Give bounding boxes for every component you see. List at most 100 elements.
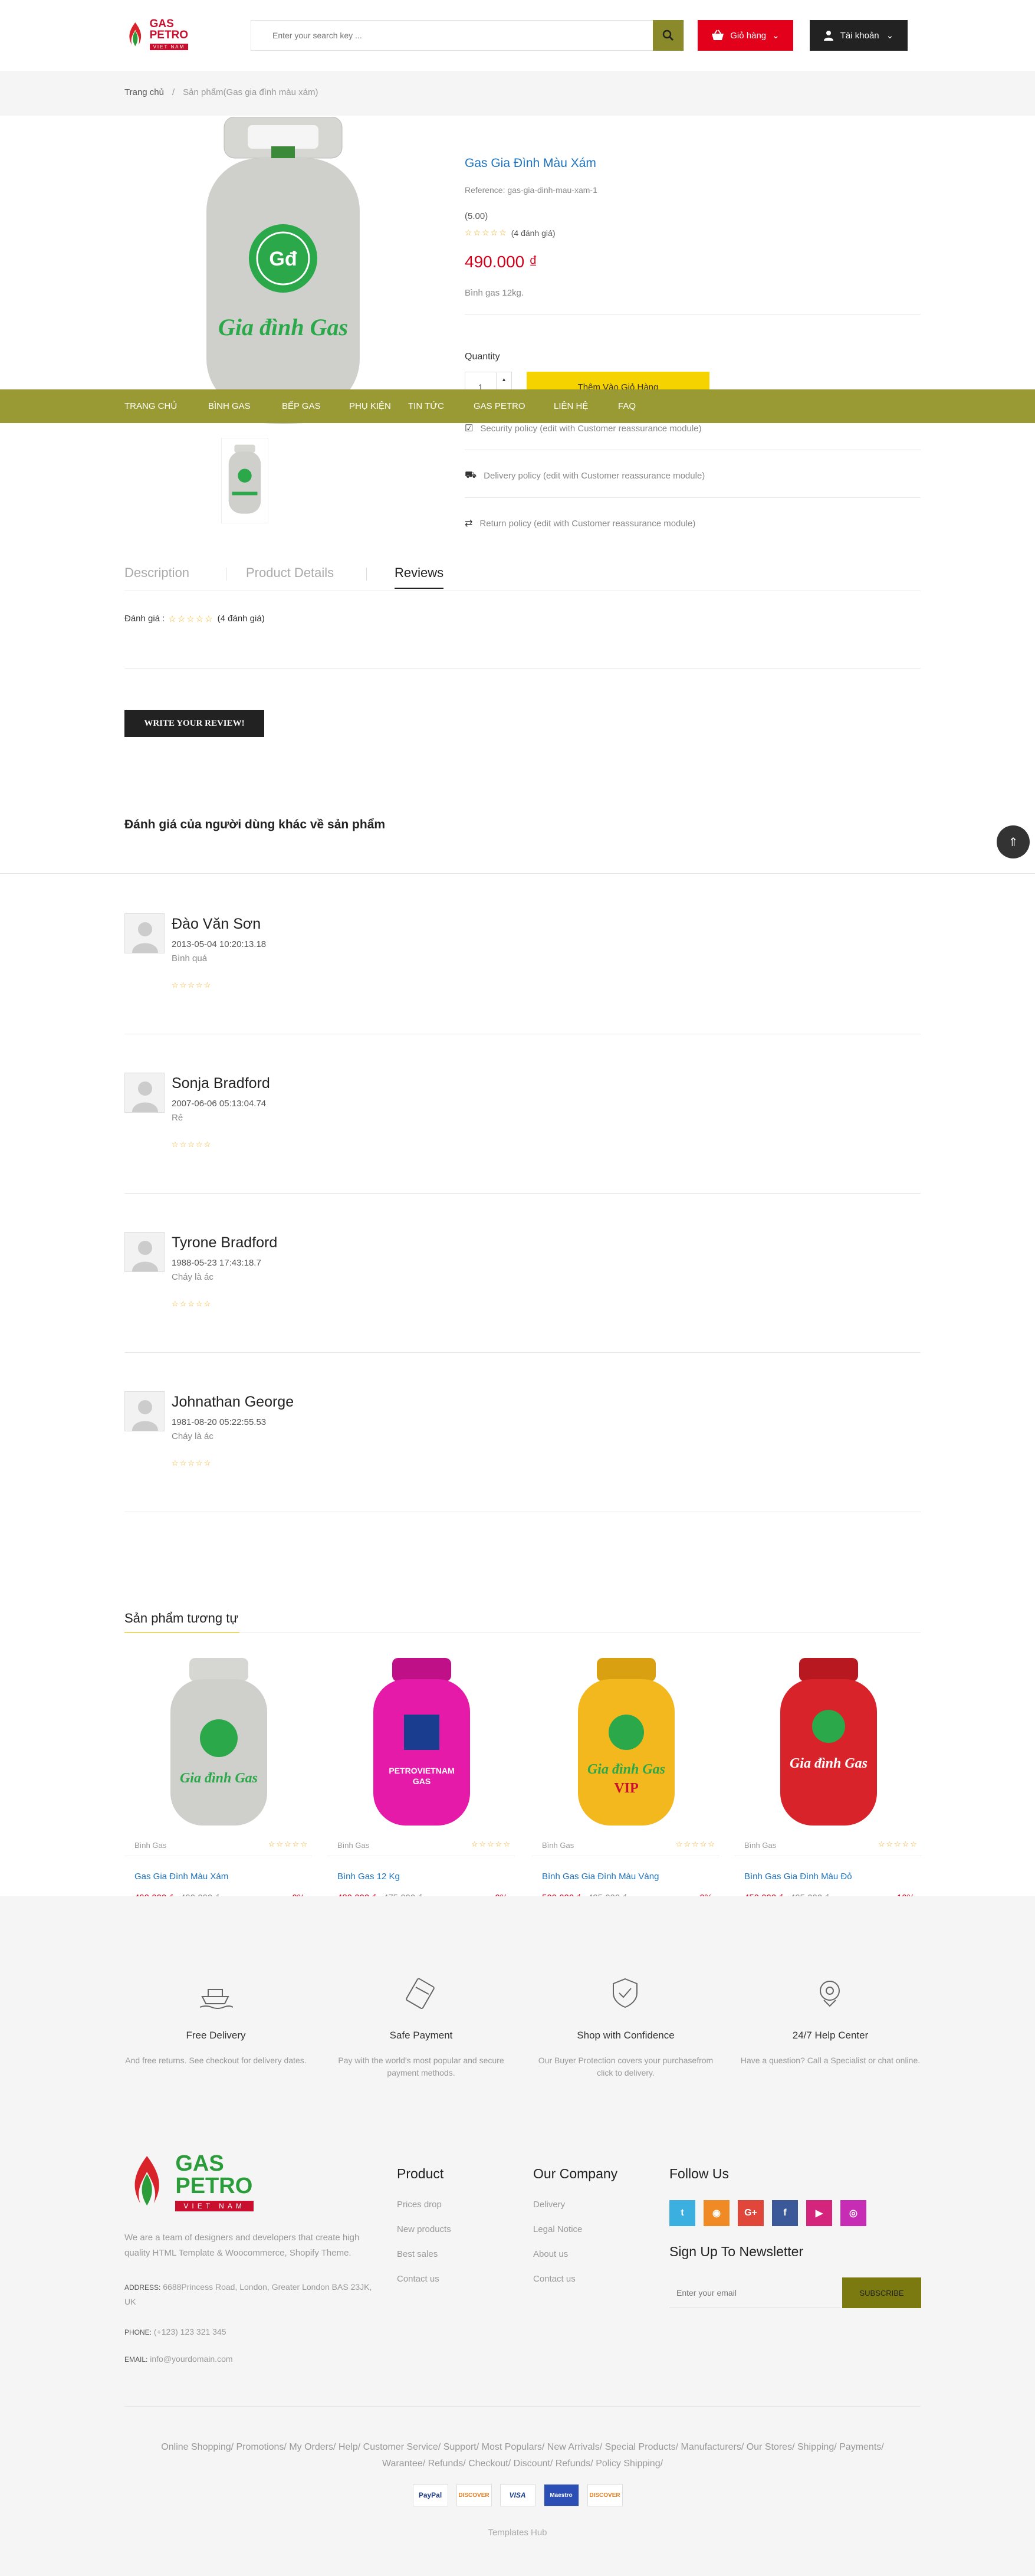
product-name[interactable]: Bình Gas Gia Đình Màu Đỏ (744, 1872, 852, 1882)
email-value[interactable]: info@yourdomain.com (150, 2354, 232, 2364)
reviewer-name: Tyrone Bradford (172, 1234, 278, 1251)
cylinder-body (578, 1679, 675, 1826)
footer-link-prices-drop[interactable]: Prices drop (397, 2200, 442, 2210)
nav-item-news[interactable]: TIN TỨC (408, 401, 444, 411)
footer-about: We are a team of designers and developer… (124, 2233, 360, 2258)
google-plus-icon[interactable]: G+ (738, 2200, 764, 2226)
footer-link-contact[interactable]: Contact us (397, 2274, 439, 2284)
search-button[interactable] (653, 20, 684, 51)
product-name[interactable]: Bình Gas 12 Kg (337, 1872, 400, 1882)
phone-value[interactable]: (+123) 123 321 345 (154, 2327, 226, 2336)
product-category: Bình Gas (542, 1841, 574, 1850)
review-item: Sonja Bradford 2007-06-06 05:13:04.74 Rẻ… (124, 1073, 921, 1191)
svg-text:PETROVIETNAM: PETROVIETNAM (389, 1766, 454, 1775)
rating-stars-icon: ☆☆☆☆☆ (168, 614, 214, 624)
site-logo[interactable]: GAS PETRO VIET NAM (124, 18, 210, 51)
svg-text:Gia đình Gas: Gia đình Gas (180, 1771, 258, 1786)
user-avatar-icon (132, 1081, 158, 1112)
search-input[interactable] (251, 21, 653, 50)
related-product-card[interactable]: Gia đình Gas VIP Bình Gas ☆☆☆☆☆ Bình Gas… (532, 1652, 719, 1912)
breadcrumb-home[interactable]: Trang chủ (124, 87, 164, 97)
footer-link-about[interactable]: About us (533, 2249, 568, 2259)
footer-logo[interactable]: GAS PETRO VIET NAM (124, 2149, 301, 2214)
tab-description[interactable]: Description (124, 565, 189, 581)
cart-button[interactable]: Giỏ hàng ⌄ (698, 20, 793, 51)
footer-link-legal-notice[interactable]: Legal Notice (533, 2224, 582, 2234)
nav-item-accessories[interactable]: PHỤ KIỆN (349, 401, 391, 411)
footer-link-best-sales[interactable]: Best sales (397, 2249, 438, 2259)
footer-address: ADDRESS: 6688Princess Road, London, Grea… (124, 2280, 378, 2309)
product-title: Gas Gia Đình Màu Xám (465, 156, 596, 170)
write-review-button[interactable]: WRITE YOUR REVIEW! (124, 710, 264, 737)
tab-product-details[interactable]: Product Details (246, 565, 334, 581)
youtube-icon[interactable]: ▶ (806, 2200, 832, 2226)
breadcrumb: Trang chủ / Sản phẩm(Gas gia đình màu xá… (124, 87, 318, 97)
cylinder-body (780, 1679, 877, 1826)
quantity-up-icon[interactable]: ▴ (497, 372, 511, 387)
exchange-icon: ⇄ (465, 519, 473, 529)
logo-brand-text: GAS PETRO (149, 18, 189, 41)
quantity-label: Quantity (465, 352, 500, 362)
logo-tag-text: VIET NAM (149, 44, 189, 50)
nav-item-gas-petro[interactable]: GAS PETRO (474, 401, 525, 411)
product-main-image[interactable]: Gđ Gia đình Gas (195, 117, 372, 430)
facebook-icon[interactable]: f (772, 2200, 798, 2226)
related-product-card[interactable]: PETROVIETNAM GAS Bình Gas ☆☆☆☆☆ Bình Gas… (327, 1652, 515, 1912)
review-item: Đào Văn Sơn 2013-05-04 10:20:13.18 Bình … (124, 913, 921, 1031)
rating-count[interactable]: (4 đánh giá) (511, 228, 556, 238)
credit-card-icon (406, 1978, 435, 2009)
product-name[interactable]: Gas Gia Đình Màu Xám (134, 1872, 228, 1882)
newsletter-email-input[interactable] (669, 2277, 840, 2308)
tab-separator (366, 568, 367, 581)
services-band (0, 1896, 1035, 2115)
nav-item-gas-stoves[interactable]: BẾP GAS (282, 401, 321, 411)
svg-text:GAS: GAS (413, 1777, 431, 1786)
product-name[interactable]: Bình Gas Gia Đình Màu Vàng (542, 1872, 659, 1882)
breadcrumb-separator: / (172, 87, 175, 97)
breadcrumb-current: Sản phẩm(Gas gia đình màu xám) (183, 87, 318, 97)
footer-link-new-products[interactable]: New products (397, 2224, 451, 2234)
product-image[interactable]: Gia đình Gas (764, 1656, 893, 1833)
discover-icon: DISCOVER (456, 2484, 492, 2506)
back-to-top-button[interactable]: ⇑ (997, 825, 1030, 858)
footer-bottom-links[interactable]: Online Shopping/ Promotions/ My Orders/ … (124, 2439, 921, 2472)
footer-product-title: Product (397, 2166, 444, 2181)
review-date: 1988-05-23 17:43:18.7 (172, 1258, 261, 1268)
footer-link-contact[interactable]: Contact us (533, 2274, 576, 2284)
delivery-policy-text: Delivery policy (edit with Customer reas… (484, 470, 705, 481)
subscribe-button[interactable]: SUBSCRIBE (842, 2277, 921, 2308)
rss-icon[interactable]: ◉ (704, 2200, 730, 2226)
product-tabs: Description Product Details Reviews (124, 565, 921, 591)
discover-icon: DISCOVER (587, 2484, 623, 2506)
svg-text:Gđ: Gđ (269, 248, 297, 270)
tab-reviews[interactable]: Reviews (395, 565, 444, 589)
address-label: ADDRESS: (124, 2283, 161, 2292)
product-image[interactable]: Gia đình Gas VIP (561, 1656, 691, 1833)
user-avatar-icon (132, 1400, 158, 1431)
email-label: EMAIL: (124, 2355, 148, 2364)
rating-stars-icon: ☆☆☆☆☆ (172, 981, 212, 989)
account-button[interactable]: Tài khoản ⌄ (810, 20, 908, 51)
avatar (124, 913, 165, 953)
related-product-card[interactable]: Gia đình Gas Bình Gas ☆☆☆☆☆ Bình Gas Gia… (734, 1652, 922, 1912)
instagram-icon[interactable]: ◎ (840, 2200, 866, 2226)
rating-stars-icon: ☆☆☆☆☆ (172, 1299, 212, 1308)
avatar (124, 1232, 165, 1272)
footer-link-delivery[interactable]: Delivery (533, 2200, 565, 2210)
nav-item-gas-cylinders[interactable]: BÌNH GAS (208, 401, 251, 411)
product-image[interactable]: PETROVIETNAM GAS (357, 1656, 487, 1833)
nav-item-faq[interactable]: FAQ (618, 401, 636, 411)
product-image[interactable]: Gia đình Gas (154, 1656, 284, 1833)
nav-item-home[interactable]: TRANG CHỦ (124, 401, 177, 411)
review-item: Johnathan George 1981-08-20 05:22:55.53 … (124, 1391, 921, 1509)
nav-item-contact[interactable]: LIÊN HỆ (554, 401, 588, 411)
related-product-card[interactable]: Gia đình Gas Bình Gas ☆☆☆☆☆ Gas Gia Đình… (124, 1652, 312, 1912)
service-desc: Have a question? Call a Specialist or ch… (740, 2056, 921, 2065)
shield-check-icon (613, 1978, 638, 2008)
product-thumbnail[interactable] (221, 438, 268, 523)
review-text: Bình quá (172, 953, 208, 963)
product-price: 490.000 ₫ (465, 253, 538, 271)
rating-stars-icon: ☆☆☆☆☆ (268, 1840, 308, 1849)
twitter-icon[interactable]: t (669, 2200, 695, 2226)
product-category: Bình Gas (134, 1841, 167, 1850)
